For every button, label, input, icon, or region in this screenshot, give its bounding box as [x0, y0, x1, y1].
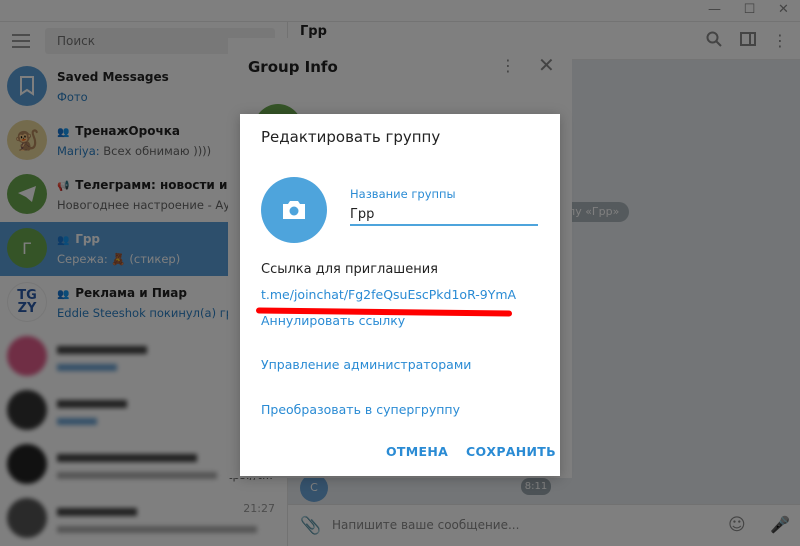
save-button[interactable]: СОХРАНИТЬ [466, 444, 556, 459]
group-name-input[interactable] [350, 204, 538, 226]
manage-admins-link[interactable]: Управление администраторами [261, 357, 471, 372]
camera-icon[interactable] [261, 177, 327, 243]
invite-link[interactable]: t.me/joinchat/Fg2feQsuEscPkd1oR-9YmA [261, 287, 516, 302]
dialog-title: Редактировать группу [261, 128, 441, 146]
revoke-link-button[interactable]: Аннулировать ссылку [261, 313, 405, 328]
group-name-label: Название группы [350, 187, 456, 201]
invite-link-label: Ссылка для приглашения [261, 262, 438, 277]
convert-supergroup-link[interactable]: Преобразовать в супергруппу [261, 402, 460, 417]
cancel-button[interactable]: ОТМЕНА [386, 444, 448, 459]
edit-group-dialog: Редактировать группу Название группы Ссы… [240, 114, 560, 476]
